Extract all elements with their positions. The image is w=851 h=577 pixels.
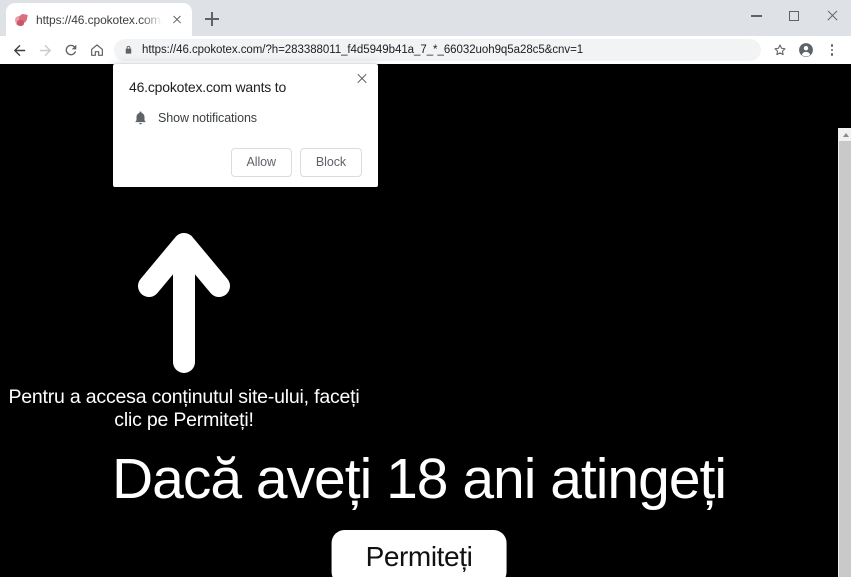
reload-icon xyxy=(65,44,77,56)
dialog-title: 46.cpokotex.com wants to xyxy=(129,79,287,95)
profile-button[interactable] xyxy=(793,37,819,63)
notification-permission-dialog: 46.cpokotex.com wants to Show notificati… xyxy=(113,64,378,188)
arrow-right-icon xyxy=(39,44,51,56)
dialog-close-icon[interactable] xyxy=(353,70,371,88)
window-controls xyxy=(737,0,851,32)
page-scrollbar[interactable] xyxy=(838,128,851,577)
home-button[interactable] xyxy=(84,37,110,63)
browser-tab[interactable]: https://46.cpokotex.com/?h=283 xyxy=(6,3,192,36)
minimize-window-button[interactable] xyxy=(737,0,775,32)
maximize-icon xyxy=(789,11,799,21)
arrow-left-icon xyxy=(13,44,25,56)
page-heading: Dacă aveți 18 ani atingeți xyxy=(111,447,727,511)
close-window-button[interactable] xyxy=(813,0,851,32)
tab-title: https://46.cpokotex.com/?h=283 xyxy=(36,12,162,27)
account-icon xyxy=(799,43,813,57)
arrow-container xyxy=(0,224,368,374)
browser-toolbar: https://46.cpokotex.com/?h=283388011_f4d… xyxy=(0,36,851,64)
home-icon xyxy=(91,44,103,56)
permit-button[interactable]: Permiteți xyxy=(331,530,507,577)
scrollbar-thumb[interactable] xyxy=(839,141,851,577)
browser-window: https://46.cpokotex.com/?h=283 xyxy=(0,0,851,577)
bell-icon xyxy=(135,111,146,125)
back-button[interactable] xyxy=(6,37,32,63)
address-bar[interactable]: https://46.cpokotex.com/?h=283388011_f4d… xyxy=(114,39,761,61)
permission-label: Show notifications xyxy=(158,111,257,126)
page-subtitle: Pentru a accesa conținutul site-ului, fa… xyxy=(8,386,360,431)
three-dots-icon xyxy=(830,43,834,57)
bookmark-button[interactable] xyxy=(767,37,793,63)
allow-button[interactable]: Allow xyxy=(230,148,292,178)
block-button[interactable]: Block xyxy=(299,148,362,178)
close-tab-icon[interactable] xyxy=(169,12,185,28)
star-icon xyxy=(774,44,786,56)
arrow-up-icon xyxy=(138,233,230,373)
tab-strip: https://46.cpokotex.com/?h=283 xyxy=(0,0,851,36)
lock-icon xyxy=(125,45,132,54)
scroll-up-button[interactable] xyxy=(839,128,851,141)
forward-button[interactable] xyxy=(32,37,58,63)
url-text: https://46.cpokotex.com/?h=283388011_f4d… xyxy=(142,44,584,56)
new-tab-button[interactable] xyxy=(198,5,226,33)
chevron-up-icon xyxy=(842,132,849,137)
site-favicon-icon xyxy=(13,12,29,28)
close-icon xyxy=(826,10,838,22)
maximize-window-button[interactable] xyxy=(775,0,813,32)
browser-menu-button[interactable] xyxy=(819,37,845,63)
permission-row: Show notifications xyxy=(129,110,362,126)
dialog-actions: Allow Block xyxy=(129,148,362,178)
minimize-icon xyxy=(750,15,762,17)
reload-button[interactable] xyxy=(58,37,84,63)
